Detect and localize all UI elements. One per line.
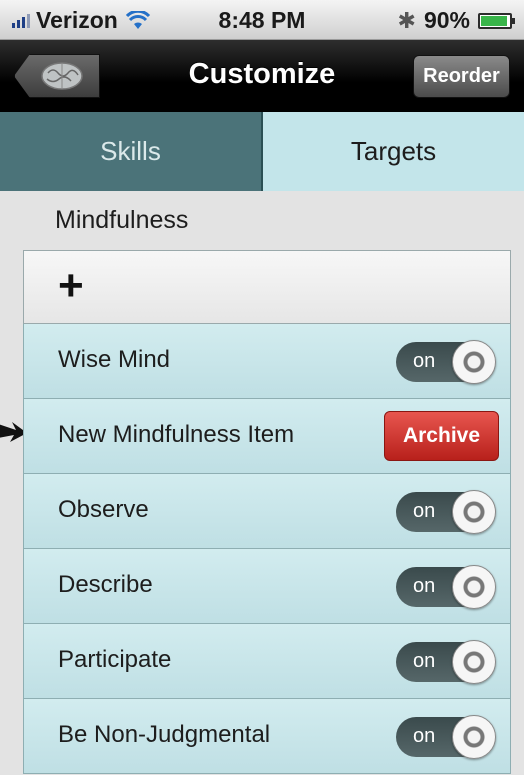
list-item[interactable]: Participate on	[23, 624, 511, 699]
toggle-knob	[452, 340, 496, 384]
battery-percent: 90%	[423, 7, 470, 33]
toggle-label: on	[413, 575, 436, 597]
list-item[interactable]: New Mindfulness Item Archive	[23, 399, 511, 474]
navigation-bar: Customize Reorder	[0, 40, 524, 112]
list-item[interactable]: Wise Mind on	[23, 324, 511, 399]
toggle-switch[interactable]: on	[396, 715, 496, 759]
toggle-knob	[452, 565, 496, 609]
plus-icon: +	[58, 261, 84, 310]
status-bar: Verizon 8:48 PM ✱ 90%	[0, 0, 524, 40]
toggle-switch[interactable]: on	[396, 490, 496, 534]
toggle-label: on	[413, 725, 436, 747]
status-right: ✱ 90%	[397, 7, 515, 34]
list-item[interactable]: Be Non-Judgmental on	[23, 699, 511, 774]
toggle-label: on	[413, 350, 436, 372]
tab-targets[interactable]: Targets	[263, 112, 524, 191]
item-label: Be Non-Judgmental	[58, 721, 271, 748]
item-label: Describe	[58, 571, 153, 598]
list-item[interactable]: Observe on	[23, 474, 511, 549]
add-item-button[interactable]: +	[23, 250, 511, 324]
toggle-switch[interactable]: on	[396, 565, 496, 609]
item-label: Wise Mind	[58, 346, 171, 373]
toggle-switch[interactable]: on	[396, 340, 496, 384]
battery-icon	[478, 12, 515, 29]
toggle-knob	[452, 490, 496, 534]
toggle-knob	[452, 715, 496, 759]
toggle-label: on	[413, 500, 436, 522]
reorder-button[interactable]: Reorder	[413, 55, 510, 98]
section-title: Mindfulness	[55, 206, 189, 234]
skills-list: + Wise Mind on New Mindfulness Item Arch…	[23, 250, 511, 774]
toggle-switch[interactable]: on	[396, 640, 496, 684]
toggle-label: on	[413, 650, 436, 672]
segmented-tabs: Skills Targets	[0, 112, 524, 191]
item-label: New Mindfulness Item	[58, 421, 295, 448]
item-label: Observe	[58, 496, 149, 523]
archive-button[interactable]: Archive	[384, 411, 499, 461]
bluetooth-icon: ✱	[397, 7, 416, 33]
toggle-knob	[452, 640, 496, 684]
tab-skills[interactable]: Skills	[0, 112, 263, 191]
item-label: Participate	[58, 646, 172, 673]
list-item[interactable]: Describe on	[23, 549, 511, 624]
